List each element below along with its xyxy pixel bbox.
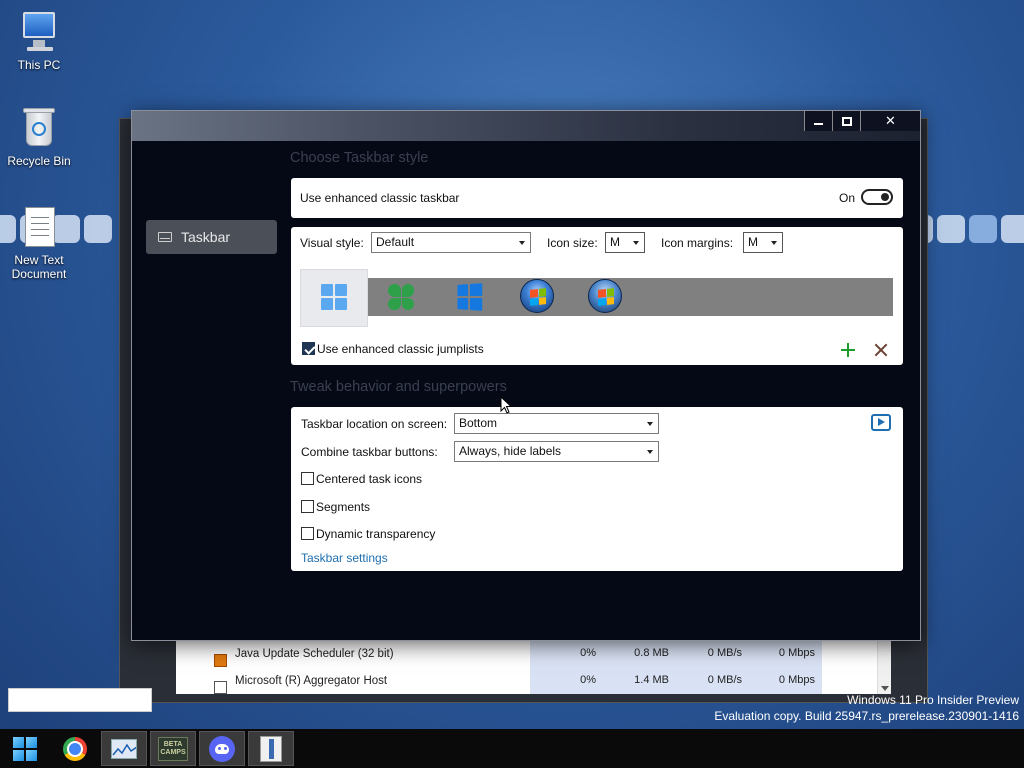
segments-checkbox[interactable] — [301, 500, 314, 513]
visual-style-value: Default — [376, 235, 415, 249]
scroll-down-icon — [881, 686, 889, 691]
process-table: Java Update Scheduler (32 bit) 0% 0.8 MB… — [176, 640, 891, 694]
chevron-down-icon — [633, 241, 639, 245]
cpu-value: 0% — [580, 674, 596, 686]
chevron-down-icon — [647, 422, 653, 426]
enhanced-taskbar-card: Use enhanced classic taskbar On — [291, 178, 903, 218]
location-select[interactable]: Bottom — [454, 413, 659, 434]
icon-margins-value: M — [748, 235, 758, 249]
taskbar-app-game[interactable]: BETA CAMPS — [150, 731, 196, 766]
cpu-value: 0% — [580, 647, 596, 659]
title-bar[interactable] — [132, 111, 920, 141]
desktop-icon-this-pc[interactable]: This PC — [0, 10, 78, 72]
location-value: Bottom — [459, 416, 498, 430]
taskbar-app-discord[interactable] — [199, 731, 245, 766]
toggle-state-label: On — [839, 191, 856, 205]
table-row[interactable]: Java Update Scheduler (32 bit) 0% 0.8 MB… — [176, 640, 891, 667]
text-document-icon — [17, 205, 61, 249]
java-icon — [214, 653, 227, 667]
process-name: Java Update Scheduler (32 bit) — [235, 647, 394, 660]
window-controls: ✕ — [804, 111, 920, 131]
jumplists-label: Use enhanced classic jumplists — [317, 342, 484, 356]
visual-style-select[interactable]: Default — [371, 232, 531, 253]
desktop-icon-new-text-document[interactable]: New Text Document — [0, 205, 78, 281]
watermark-line-1: Windows 11 Pro Insider Preview — [847, 693, 1019, 707]
segments-label: Segments — [316, 500, 371, 514]
start-button[interactable] — [2, 731, 48, 766]
taskbar: BETA CAMPS — [0, 729, 1024, 768]
sidebar-item-taskbar[interactable]: Taskbar — [146, 220, 277, 254]
visual-style-card: Visual style: Default Icon size: M Icon … — [291, 227, 903, 365]
sidebar-item-label: Taskbar — [181, 229, 231, 245]
play-icon[interactable] — [871, 414, 891, 431]
transparency-checkbox[interactable] — [301, 527, 314, 540]
windows-10-logo-icon[interactable] — [451, 279, 487, 315]
settings-window: ✕ Taskbar Choose Taskbar style Use enhan… — [131, 110, 921, 641]
visual-style-label: Visual style: — [300, 236, 364, 250]
memory-value: 1.4 MB — [634, 674, 669, 686]
close-icon: ✕ — [885, 113, 896, 128]
taskbar-icon — [158, 232, 172, 242]
icon-margins-label: Icon margins: — [661, 236, 734, 250]
icon-size-value: M — [610, 235, 620, 249]
close-button[interactable]: ✕ — [860, 111, 920, 131]
table-scrollbar[interactable] — [877, 640, 891, 694]
windows-vista-orb-icon[interactable] — [587, 278, 623, 314]
discord-icon — [209, 735, 235, 762]
maximize-button[interactable] — [832, 111, 860, 131]
desktop-icon-label: Recycle Bin — [7, 154, 71, 168]
monitor-icon — [17, 10, 61, 54]
clover-logo-icon[interactable] — [383, 279, 419, 315]
disk-value: 0 MB/s — [707, 674, 742, 686]
desktop-icon-recycle-bin[interactable]: Recycle Bin — [0, 106, 78, 168]
chevron-down-icon — [519, 241, 525, 245]
windows-11-logo-icon[interactable] — [316, 279, 352, 315]
combine-label: Combine taskbar buttons: — [301, 445, 438, 459]
add-icon[interactable] — [840, 342, 856, 358]
location-label: Taskbar location on screen: — [301, 417, 448, 431]
centered-icons-checkbox[interactable] — [301, 472, 314, 485]
enhanced-taskbar-toggle[interactable] — [861, 189, 893, 205]
game-icon: BETA CAMPS — [158, 736, 188, 761]
desktop-icon-label: New Text Document — [11, 253, 67, 281]
taskbar-app-performance-monitor[interactable] — [101, 731, 147, 766]
app-window-icon — [214, 680, 227, 694]
network-value: 0 Mbps — [778, 674, 815, 686]
enhanced-taskbar-label: Use enhanced classic taskbar — [300, 191, 460, 205]
process-name: Microsoft (R) Aggregator Host — [235, 674, 388, 687]
remove-icon[interactable] — [873, 342, 889, 358]
centered-icons-label: Centered task icons — [316, 472, 423, 486]
combine-value: Always, hide labels — [459, 444, 562, 458]
table-row[interactable]: Microsoft (R) Aggregator Host 0% 1.4 MB … — [176, 667, 891, 694]
behavior-card: Taskbar location on screen: Bottom Combi… — [291, 407, 903, 571]
section-title-style: Choose Taskbar style — [290, 150, 429, 166]
icon-size-select[interactable]: M — [605, 232, 645, 253]
minimize-icon — [814, 123, 823, 125]
watermark-line-2: Evaluation copy. Build 25947.rs_prerelea… — [714, 709, 1019, 723]
memory-value: 0.8 MB — [634, 647, 669, 659]
network-value: 0 Mbps — [778, 647, 815, 659]
desktop-search-box[interactable] — [8, 688, 152, 712]
performance-monitor-icon — [111, 738, 137, 759]
icon-margins-select[interactable]: M — [743, 232, 783, 253]
chevron-down-icon — [647, 450, 653, 454]
jumplists-checkbox[interactable] — [302, 342, 315, 355]
maximize-icon — [841, 116, 852, 126]
windows-7-orb-icon[interactable] — [519, 278, 555, 314]
transparency-label: Dynamic transparency — [316, 527, 436, 541]
taskbar-app-explorer[interactable] — [248, 731, 294, 766]
desktop-icon-label: This PC — [17, 58, 61, 72]
disk-value: 0 MB/s — [707, 647, 742, 659]
minimize-button[interactable] — [804, 111, 832, 131]
start-icon — [13, 736, 37, 761]
chrome-icon — [63, 736, 87, 761]
recycle-bin-icon — [17, 106, 61, 150]
explorer-icon — [260, 735, 282, 762]
chevron-down-icon — [771, 241, 777, 245]
section-title-behavior: Tweak behavior and superpowers — [290, 379, 507, 395]
combine-select[interactable]: Always, hide labels — [454, 441, 659, 462]
taskbar-settings-link[interactable]: Taskbar settings — [301, 551, 388, 565]
icon-size-label: Icon size: — [547, 236, 598, 250]
taskbar-app-chrome[interactable] — [52, 731, 98, 766]
